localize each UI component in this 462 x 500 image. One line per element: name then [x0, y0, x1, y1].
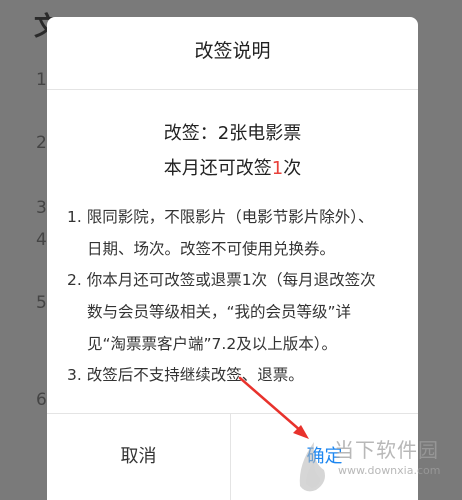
- remaining-changes: 本月还可改签1次: [47, 154, 418, 180]
- remaining-changes-prefix: 本月还可改签: [163, 158, 272, 179]
- cancel-button[interactable]: 取消: [47, 414, 230, 500]
- remaining-changes-suffix: 次: [283, 158, 302, 179]
- rule-line: 3. 改签后不支持继续改签、退票。: [67, 366, 304, 385]
- title-divider: [47, 89, 418, 90]
- dialog-title: 改签说明: [194, 40, 271, 62]
- ticket-summary: 改签：2张电影票: [163, 123, 302, 144]
- rule-line: 日期、场次。改签不可使用兑换券。: [87, 239, 336, 258]
- rule-line: 见“淘票票客户端”7.2及以上版本）。: [87, 334, 337, 353]
- confirm-button[interactable]: 确定: [231, 414, 418, 500]
- rules-list: 1. 限同影院，不限影片（电影节影片除外）、 日期、场次。改签不可使用兑换券。 …: [67, 202, 407, 392]
- rule-line: 2. 你本月还可改签或退票1次（每月退改签次: [67, 271, 376, 290]
- change-ticket-dialog: 改签说明 改签：2张电影票 本月还可改签1次 1. 限同影院，不限影片（电影节影…: [47, 17, 418, 500]
- rule-line: 1. 限同影院，不限影片（电影节影片除外）、: [67, 208, 374, 226]
- remaining-changes-count: 1: [271, 158, 284, 179]
- rule-line: 数与会员等级相关，“我的会员等级”详: [87, 303, 352, 322]
